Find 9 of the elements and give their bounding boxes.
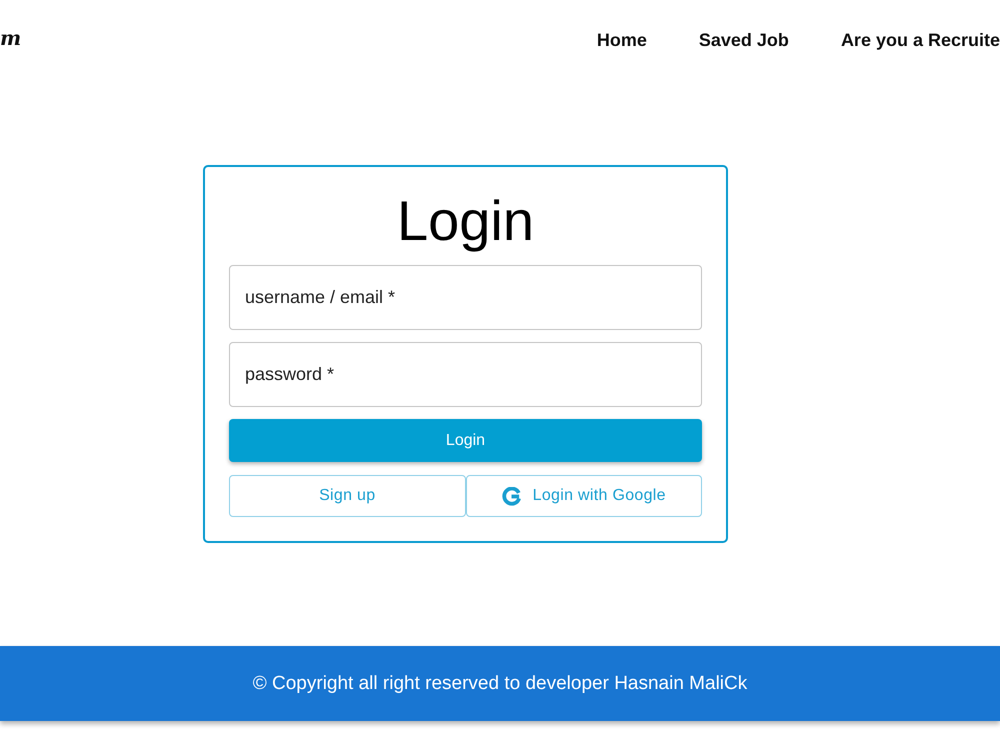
nav-link[interactable]: Are you a Recruite [840,30,1000,50]
input-field[interactable]: username / email * [229,265,702,330]
copyright-text: © Copyright all right reserved to developer Hasnain MaliCk [252,672,748,694]
nav-link[interactable]: Home [596,30,647,50]
input-field[interactable]: password * [229,342,702,407]
nav-link[interactable]: Saved Job [698,30,789,50]
logo-text[interactable]: m [0,26,22,50]
login-title: Login [396,189,534,253]
google-g-icon [502,486,521,506]
